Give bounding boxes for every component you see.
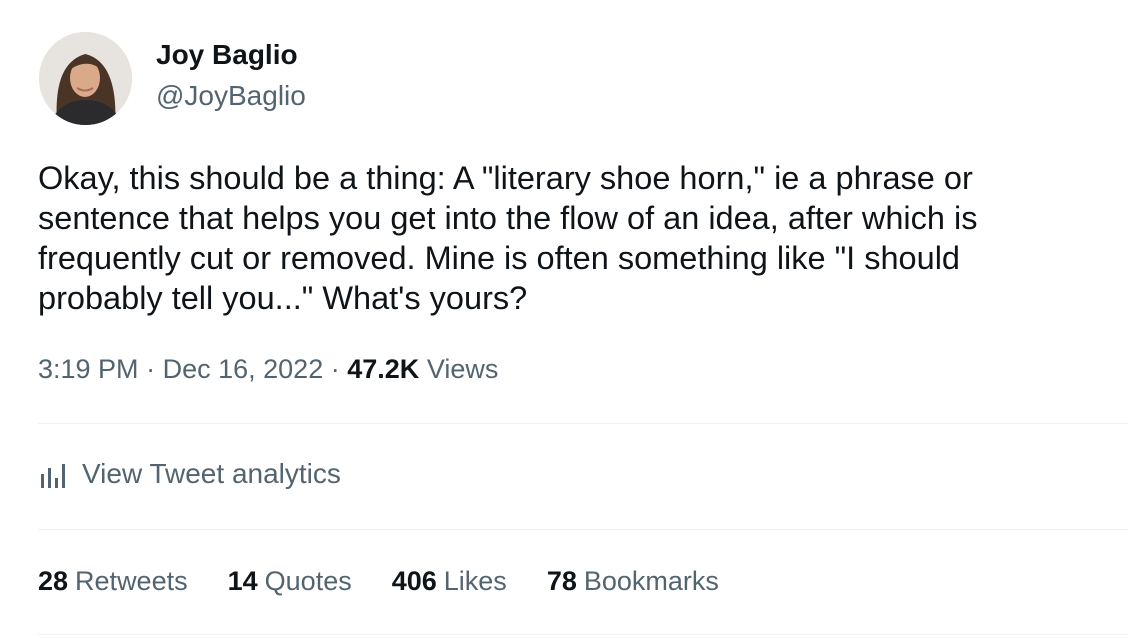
avatar[interactable] xyxy=(39,32,132,125)
divider xyxy=(38,634,1128,635)
bar-chart-icon xyxy=(38,458,70,490)
author-name[interactable]: Joy Baglio xyxy=(156,39,298,71)
tweet-meta: 3:19 PM · Dec 16, 2022 · 47.2K Views xyxy=(38,354,498,385)
meta-separator: · xyxy=(330,354,340,384)
quotes-count: 14 xyxy=(227,566,258,596)
likes-count: 406 xyxy=(391,566,437,596)
bookmarks-label: Bookmarks xyxy=(583,566,719,596)
tweet-stats: 28 Retweets 14 Quotes 406 Likes 78 Bookmarks xyxy=(38,566,759,597)
tweet-text: Okay, this should be a thing: A "literar… xyxy=(38,160,978,316)
likes-stat[interactable]: 406 Likes xyxy=(392,566,507,597)
profile-photo-icon xyxy=(39,32,132,125)
retweets-label: Retweets xyxy=(75,566,188,596)
retweets-stat[interactable]: 28 Retweets xyxy=(38,566,188,597)
tweet-time[interactable]: 3:19 PM xyxy=(38,354,139,384)
views-count: 47.2K xyxy=(347,354,420,384)
divider xyxy=(38,423,1128,424)
view-analytics-link[interactable]: View Tweet analytics xyxy=(38,458,341,490)
author-handle[interactable]: @JoyBaglio xyxy=(156,80,306,112)
meta-separator: · xyxy=(146,354,156,384)
view-analytics-label: View Tweet analytics xyxy=(82,458,341,489)
likes-label: Likes xyxy=(443,566,507,596)
views-label: Views xyxy=(426,354,499,384)
bookmarks-stat[interactable]: 78 Bookmarks xyxy=(547,566,719,597)
tweet: Joy Baglio @JoyBaglio Okay, this should … xyxy=(0,0,1128,638)
divider xyxy=(38,529,1128,530)
bookmarks-count: 78 xyxy=(546,566,577,596)
quotes-label: Quotes xyxy=(264,566,352,596)
tweet-date[interactable]: Dec 16, 2022 xyxy=(163,354,324,384)
retweets-count: 28 xyxy=(38,566,69,596)
quotes-stat[interactable]: 14 Quotes xyxy=(228,566,352,597)
